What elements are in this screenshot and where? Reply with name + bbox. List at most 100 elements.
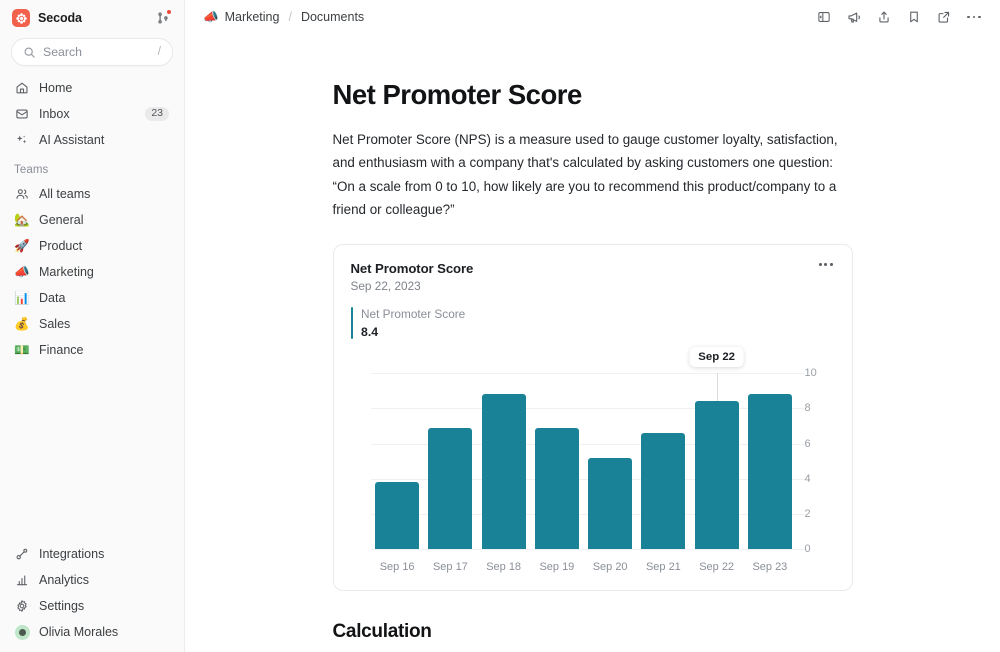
x-axis-tick-label: Sep 20 [592,561,628,574]
share-icon[interactable] [872,5,896,29]
sidebar-item-marketing[interactable]: 📣 Marketing [8,259,176,285]
x-axis-tick-label: Sep 19 [539,561,575,574]
bar[interactable] [641,433,686,550]
main-content: 📣 Marketing / Documents Net Promoter Sco… [185,0,1000,652]
sidebar-item-finance[interactable]: 💵 Finance [8,337,176,363]
bar[interactable] [428,427,473,550]
search-container: Search / [0,36,184,74]
sidebar-item-analytics[interactable]: Analytics [8,567,176,593]
bar-column[interactable] [584,373,637,550]
calculation-heading: Calculation [332,621,432,643]
inbox-badge: 23 [145,106,169,122]
chart-hover-line [716,373,718,402]
breadcrumb-team-emoji-icon: 📣 [203,8,219,24]
app-root: Secoda Search / Home Inbox 23 AI Assista… [0,0,1000,652]
sidebar-item-label: Marketing [39,265,94,279]
sidebar-item-user-profile[interactable]: Olivia Morales [8,619,176,645]
document-body: Net Promoter Score Net Promoter Score (N… [332,34,853,652]
bar[interactable] [375,482,420,550]
bar-column[interactable] [530,373,583,550]
announce-icon[interactable] [842,5,866,29]
open-external-icon[interactable] [932,5,956,29]
bar[interactable] [481,394,526,550]
document-scroll-area[interactable]: Net Promoter Score Net Promoter Score (N… [185,34,1000,652]
search-placeholder: Search [43,45,82,59]
card-more-options-icon[interactable] [817,261,834,268]
legend-text-group: Net Promoter Score 8.4 [361,307,465,339]
sidebar-item-all-teams[interactable]: All teams [8,181,176,207]
bookmark-icon[interactable] [902,5,926,29]
sidebar-item-inbox[interactable]: Inbox 23 [8,101,176,127]
sidebar-item-general[interactable]: 🏡 General [8,207,176,233]
more-options-icon[interactable] [962,5,986,29]
toggle-sidebar-icon[interactable] [812,5,836,29]
bar[interactable] [588,457,633,550]
sidebar-item-product[interactable]: 🚀 Product [8,233,176,259]
chart-card-title: Net Promotor Score [350,261,474,277]
chart-bars [371,373,797,550]
primary-nav: Home Inbox 23 AI Assistant [0,74,184,153]
x-axis-tick-label: Sep 17 [432,561,468,574]
search-shortcut-hint: / [157,46,161,58]
y-axis-tick-label: 8 [804,402,811,415]
sidebar-item-data[interactable]: 📊 Data [8,285,176,311]
x-axis-tick-label: Sep 16 [379,561,415,574]
y-axis-tick-label: 6 [804,437,811,450]
sidebar-item-home[interactable]: Home [8,75,176,101]
sidebar-item-label: Analytics [39,573,90,587]
bar-column[interactable] [637,373,690,550]
bar-column[interactable] [477,373,530,550]
notification-dot [166,9,172,15]
sidebar-footer-nav: Integrations Analytics Settings Olivia M… [0,540,184,652]
chart-legend: Net Promoter Score 8.4 [350,307,835,340]
bar-column[interactable] [371,373,424,550]
legend-metric-value: 8.4 [361,325,379,340]
sidebar-item-settings[interactable]: Settings [8,593,176,619]
bar[interactable] [694,401,739,550]
y-axis-tick-label: 0 [804,543,811,556]
sidebar-item-label: Finance [39,343,84,357]
x-axis-tick-label: Sep 23 [752,561,788,574]
secoda-logo-icon [12,9,30,27]
sidebar-item-label: AI Assistant [39,133,105,147]
sidebar-item-label: Home [39,81,73,95]
search-icon [23,46,36,59]
bar[interactable] [534,427,579,550]
sidebar-item-label: Integrations [39,547,105,561]
breadcrumb-page[interactable]: Documents [301,10,364,24]
sidebar-item-label: Data [39,291,66,305]
chart-card-date: Sep 22, 2023 [350,279,421,294]
y-axis-tick-label: 10 [804,367,817,380]
legend-metric-label: Net Promoter Score [361,307,466,322]
sidebar-item-label: General [39,213,84,227]
user-name: Olivia Morales [39,625,119,639]
teams-nav: All teams 🏡 General 🚀 Product 📣 Marketin… [0,180,184,363]
search-input[interactable]: Search / [11,38,173,66]
users-icon [14,187,30,201]
git-branch-icon[interactable] [152,7,174,29]
chart-tooltip: Sep 22 [689,347,744,368]
chart-card: Net Promotor Score Sep 22, 2023 Net Prom… [332,244,853,592]
top-bar: 📣 Marketing / Documents [185,0,1000,34]
bar[interactable] [747,394,792,550]
sidebar-item-label: Inbox [39,107,70,121]
sidebar-item-label: All teams [39,187,91,201]
sparkles-icon [14,133,30,147]
chart-card-header: Net Promotor Score Sep 22, 2023 [351,261,835,293]
sidebar-item-sales[interactable]: 💰 Sales [8,311,176,337]
page-title: Net Promoter Score [332,79,583,110]
bar-chart[interactable]: 0 2 4 6 8 10 Sep 22 Sep 16 Sep 17 Sep 18 Sep 19 S… [351,345,835,577]
bar-column[interactable] [424,373,477,550]
analytics-icon [14,573,30,587]
x-axis-tick-label: Sep 18 [486,561,522,574]
intro-paragraph: Net Promoter Score (NPS) is a measure us… [332,132,838,217]
money-bag-emoji-icon: 💰 [14,315,30,331]
sidebar-item-ai-assistant[interactable]: AI Assistant [8,127,176,153]
sidebar-item-integrations[interactable]: Integrations [8,541,176,567]
chart-card-titles: Net Promotor Score Sep 22, 2023 [351,261,474,293]
home-icon [14,81,30,95]
bar-chart-emoji-icon: 📊 [14,289,30,305]
chart-plot-area: 0 2 4 6 8 10 [370,367,817,555]
bar-column[interactable] [743,373,796,550]
breadcrumb-team[interactable]: Marketing [225,10,280,24]
